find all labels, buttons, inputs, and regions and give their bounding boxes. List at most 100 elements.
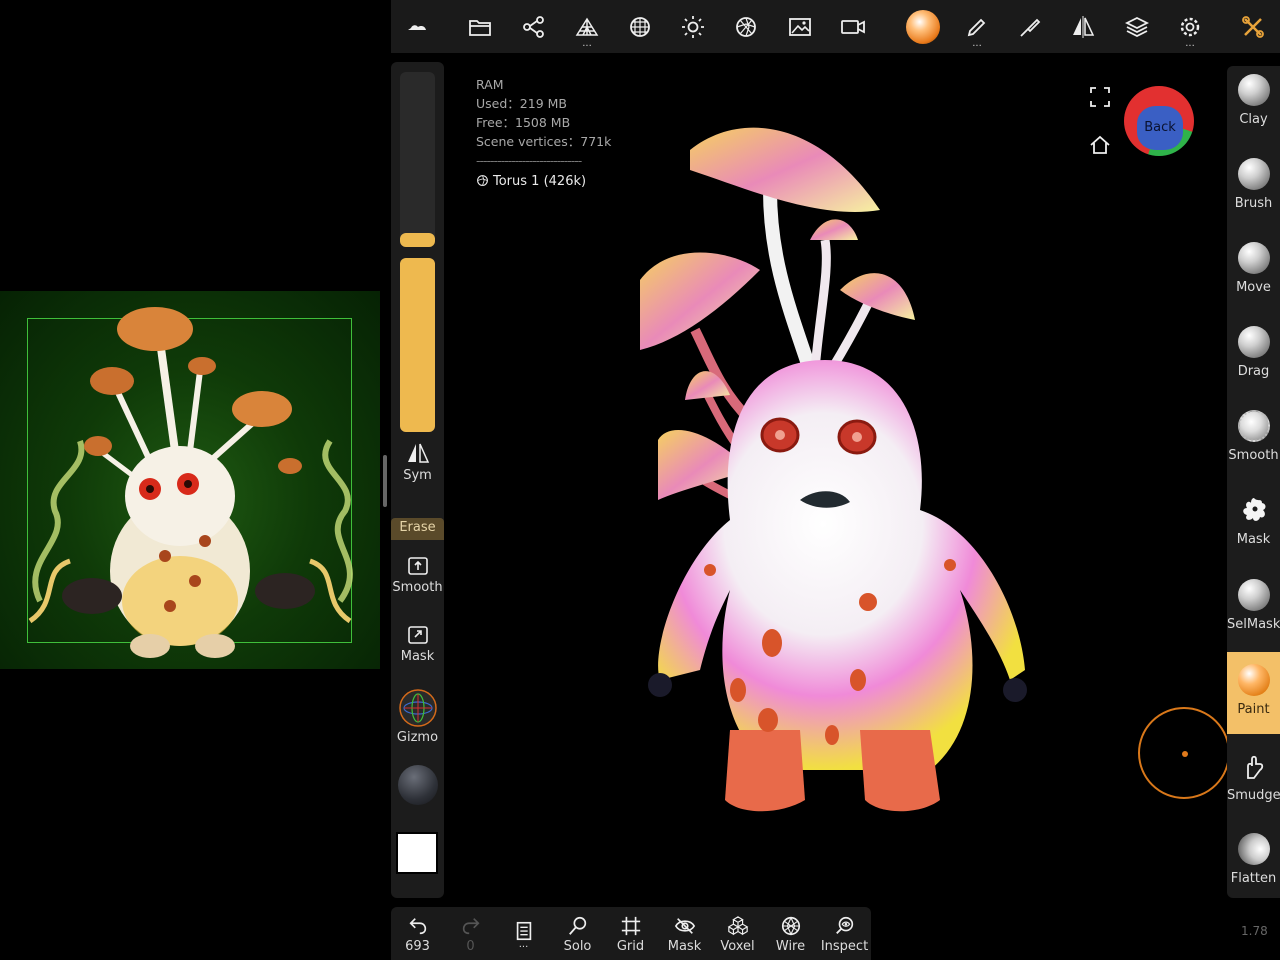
symmetry-icon [407, 443, 429, 463]
intensity-slider-fill [400, 258, 435, 432]
tool-flatten-label: Flatten [1230, 871, 1277, 886]
cloud-icon[interactable] [398, 8, 436, 46]
intensity-slider[interactable] [400, 258, 435, 432]
more-indicator: ... [972, 38, 982, 49]
smooth-label: Smooth [392, 580, 443, 595]
bottom-toolbar: 693 0 ... Solo Grid Mask Voxel Wire Insp… [391, 907, 871, 960]
radius-slider[interactable] [400, 72, 435, 247]
view-cube[interactable]: Back [1124, 86, 1194, 156]
scene-graph-icon[interactable] [515, 8, 553, 46]
mask-visibility-label: Mask [667, 939, 702, 954]
folder-icon[interactable] [461, 8, 499, 46]
sym-button[interactable]: Sym [391, 442, 444, 483]
undo-count: 693 [405, 939, 430, 954]
layers-icon[interactable] [1118, 8, 1156, 46]
clay-icon [1237, 74, 1270, 106]
tool-brush-label: Brush [1234, 196, 1273, 211]
view-cube-face[interactable]: Back [1137, 106, 1183, 150]
symmetry-icon[interactable] [1064, 8, 1102, 46]
tool-smudge[interactable]: Smudge [1227, 750, 1280, 828]
background-image-icon[interactable] [781, 8, 819, 46]
smooth-shortcut-icon [407, 557, 428, 575]
scene-stats: RAM Used：219 MB Free：1508 MB Scene verti… [476, 75, 611, 191]
tool-mask[interactable]: Mask [1227, 494, 1280, 572]
sym-label: Sym [403, 468, 432, 483]
smooth-button[interactable]: Smooth [391, 556, 444, 595]
voxel-button[interactable]: Voxel [711, 907, 764, 960]
eye-hidden-icon [674, 918, 695, 934]
tool-drag-label: Drag [1237, 364, 1270, 379]
gizmo-label: Gizmo [396, 730, 439, 745]
smooth-icon [1237, 410, 1270, 442]
gizmo-button[interactable]: Gizmo [391, 688, 444, 745]
mask-shortcut-icon [407, 626, 428, 644]
camera-icon[interactable] [834, 8, 872, 46]
solo-button[interactable]: Solo [551, 907, 604, 960]
tool-clay-label: Clay [1239, 112, 1268, 127]
paint-brush-icon[interactable]: ... [958, 8, 996, 49]
wireframe-button[interactable]: Wire [764, 907, 817, 960]
undo-icon [408, 918, 426, 935]
stroke-icon[interactable] [1011, 8, 1049, 46]
active-mesh-name: Torus 1 (426k) [493, 174, 587, 189]
reference-image-panel[interactable] [0, 291, 380, 669]
tool-drag[interactable]: Drag [1227, 326, 1280, 404]
reference-illustration [28, 307, 353, 658]
flatten-icon [1237, 833, 1270, 865]
radius-slider-fill [400, 233, 435, 247]
undo-button[interactable]: 693 [391, 907, 444, 960]
split-view-handle[interactable] [383, 455, 387, 507]
sculpt-model[interactable] [600, 110, 1060, 830]
topology-icon[interactable]: ... [568, 8, 606, 49]
fullscreen-icon[interactable] [1089, 86, 1111, 108]
inspect-button[interactable]: Inspect [818, 907, 871, 960]
home-icon[interactable] [1089, 134, 1111, 156]
active-mesh[interactable]: Torus 1 (426k) [476, 172, 611, 191]
scene-vertices: Scene vertices：771k [476, 134, 612, 149]
version-label: 1.78 [1241, 924, 1268, 938]
tool-mask-label: Mask [1236, 532, 1271, 547]
tool-clay[interactable]: Clay [1227, 74, 1280, 152]
redo-button[interactable]: 0 [444, 907, 497, 960]
grid-icon [621, 916, 640, 936]
selmask-icon [1237, 579, 1270, 611]
solo-label: Solo [563, 939, 592, 954]
material-ball-icon [906, 10, 940, 44]
ram-used: Used：219 MB [476, 96, 567, 111]
grid-button[interactable]: Grid [604, 907, 657, 960]
matcap-ball[interactable] [398, 765, 438, 805]
more-indicator: ... [1185, 38, 1195, 49]
mask-button[interactable]: Mask [391, 625, 444, 664]
settings-icon[interactable]: ... [1171, 8, 1209, 49]
tool-smooth-label: Smooth [1228, 448, 1279, 463]
erase-toggle[interactable]: Erase [391, 518, 444, 540]
material-icon[interactable] [727, 8, 765, 46]
tool-brush[interactable]: Brush [1227, 158, 1280, 236]
brush-icon [1237, 158, 1270, 190]
mesh-sphere-icon[interactable] [621, 8, 659, 46]
mask-visibility-button[interactable]: Mask [658, 907, 711, 960]
tool-smudge-label: Smudge [1227, 788, 1280, 803]
mask-splat-icon [1242, 498, 1265, 521]
history-more: ... [518, 939, 529, 950]
material-ball[interactable] [904, 8, 942, 46]
grid-label: Grid [616, 939, 645, 954]
tool-selmask[interactable]: SelMask [1227, 579, 1280, 657]
tool-move-label: Move [1236, 280, 1271, 295]
stats-separator: ------------------------------ [476, 153, 582, 168]
tool-smooth[interactable]: Smooth [1227, 410, 1280, 488]
color-swatch[interactable] [396, 832, 438, 874]
magnifier-icon [568, 916, 586, 935]
tool-move[interactable]: Move [1227, 242, 1280, 320]
right-toolbar: Clay Brush Move Drag Smooth Mask SelMask… [1227, 66, 1280, 898]
history-button[interactable]: ... [497, 907, 550, 960]
light-icon[interactable] [674, 8, 712, 46]
tool-flatten[interactable]: Flatten [1227, 833, 1280, 898]
wireframe-label: Wire [775, 939, 806, 954]
inspect-icon [835, 916, 853, 934]
gizmo-icon [398, 689, 437, 727]
move-icon [1237, 242, 1270, 274]
tools-icon[interactable] [1234, 8, 1272, 46]
tool-paint[interactable]: Paint [1227, 652, 1280, 734]
brush-cursor [1138, 707, 1230, 799]
